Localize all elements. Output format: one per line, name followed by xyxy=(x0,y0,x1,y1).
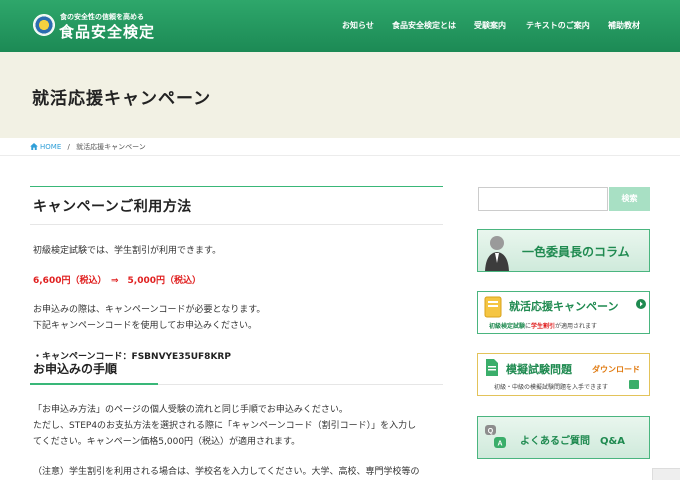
heading-top-rule xyxy=(30,186,443,187)
banner-campaign-sub: 初級検定試験に学生割引が適用されます xyxy=(489,321,597,330)
nav-materials[interactable]: 補助教材 xyxy=(608,20,640,31)
search-button[interactable]: 検索 xyxy=(609,187,650,211)
search-input[interactable] xyxy=(478,187,608,211)
subheading-rule xyxy=(158,384,443,385)
banner-mock-label: 模擬試験問題 xyxy=(506,363,572,376)
qa-bubbles-icon: Q A xyxy=(485,425,506,448)
book-icon xyxy=(484,296,502,318)
banner-faq-label: よくあるご質問 Q&A xyxy=(520,436,625,447)
code-usage-text: 下記キャンペーンコードを使用してお申込みください。 xyxy=(33,321,258,331)
banner-column[interactable]: 一色委員長のコラム xyxy=(477,229,650,272)
banner-mock-download: ダウンロード xyxy=(592,365,640,374)
breadcrumb-separator: / xyxy=(67,143,70,151)
heading-bottom-rule xyxy=(30,224,443,225)
subsection-heading: お申込みの手順 xyxy=(33,362,118,376)
banner-mock-sub: 初級・中級の模擬試験問題を入手できます xyxy=(494,384,609,391)
site-header: 食の安全性の信頼を高める 食品安全検定 お知らせ 食品安全検定とは 受験案内 テ… xyxy=(0,0,680,52)
document-icon xyxy=(486,359,498,376)
breadcrumb-home-link[interactable]: HOME xyxy=(40,143,61,151)
breadcrumb: HOME / 就活応援キャンペーン xyxy=(30,142,146,152)
step-text-3: てください。キャンペーン価格5,000円（税込）が適用されます。 xyxy=(33,437,301,447)
subheading-underline xyxy=(30,383,158,385)
page-title: 就活応援キャンペーン xyxy=(32,89,212,109)
sub-exam: 初級検定試験 xyxy=(489,323,526,330)
svg-text:Q: Q xyxy=(488,428,494,435)
logo-name[interactable]: 食品安全検定 xyxy=(59,21,155,42)
svg-text:A: A xyxy=(497,441,502,448)
nav-textbook[interactable]: テキストのご案内 xyxy=(526,20,590,31)
nav-news[interactable]: お知らせ xyxy=(342,20,374,31)
divider xyxy=(0,155,680,156)
nav-exam-guide[interactable]: 受験案内 xyxy=(474,20,506,31)
breadcrumb-current: 就活応援キャンペーン xyxy=(76,143,146,151)
banner-faq[interactable]: Q A よくあるご質問 Q&A xyxy=(477,416,650,459)
arrow-right-icon xyxy=(636,299,646,309)
price-text: 6,600円（税込） ⇒ 5,000円（税込） xyxy=(33,276,201,286)
section-heading: キャンペーンご利用方法 xyxy=(33,199,192,215)
banner-mock-exam[interactable]: 模擬試験問題 ダウンロード 初級・中級の模擬試験問題を入手できます xyxy=(477,353,650,396)
step-text-2: ただし、STEP4のお支払方法を選択される際に「キャンペーンコード（割引コード）… xyxy=(33,421,417,431)
code-required-text: お申込みの際は、キャンペーンコードが必要となります。 xyxy=(33,305,266,315)
sub-applied: が適用されます xyxy=(555,323,598,330)
recaptcha-badge[interactable] xyxy=(652,468,680,480)
intro-text: 初級検定試験では、学生割引が利用できます。 xyxy=(33,246,222,256)
banner-column-label: 一色委員長のコラム xyxy=(522,245,630,259)
home-icon xyxy=(30,143,38,150)
banner-campaign[interactable]: 就活応援キャンペーン 初級検定試験に学生割引が適用されます xyxy=(477,291,650,334)
download-icon xyxy=(629,380,639,389)
sub-discount: 学生割引 xyxy=(531,323,556,330)
banner-campaign-label: 就活応援キャンペーン xyxy=(509,300,619,313)
nav-about[interactable]: 食品安全検定とは xyxy=(392,20,456,31)
step-text-1: 「お申込み方法」のページの個人受験の流れと同じ手順でお申込みください。 xyxy=(33,405,348,415)
person-portrait-icon xyxy=(485,236,509,271)
emblem-logo-icon[interactable] xyxy=(33,14,55,36)
note-text: （注意）学生割引を利用される場合は、学校名を入力してください。大学、高校、専門学… xyxy=(33,467,420,477)
